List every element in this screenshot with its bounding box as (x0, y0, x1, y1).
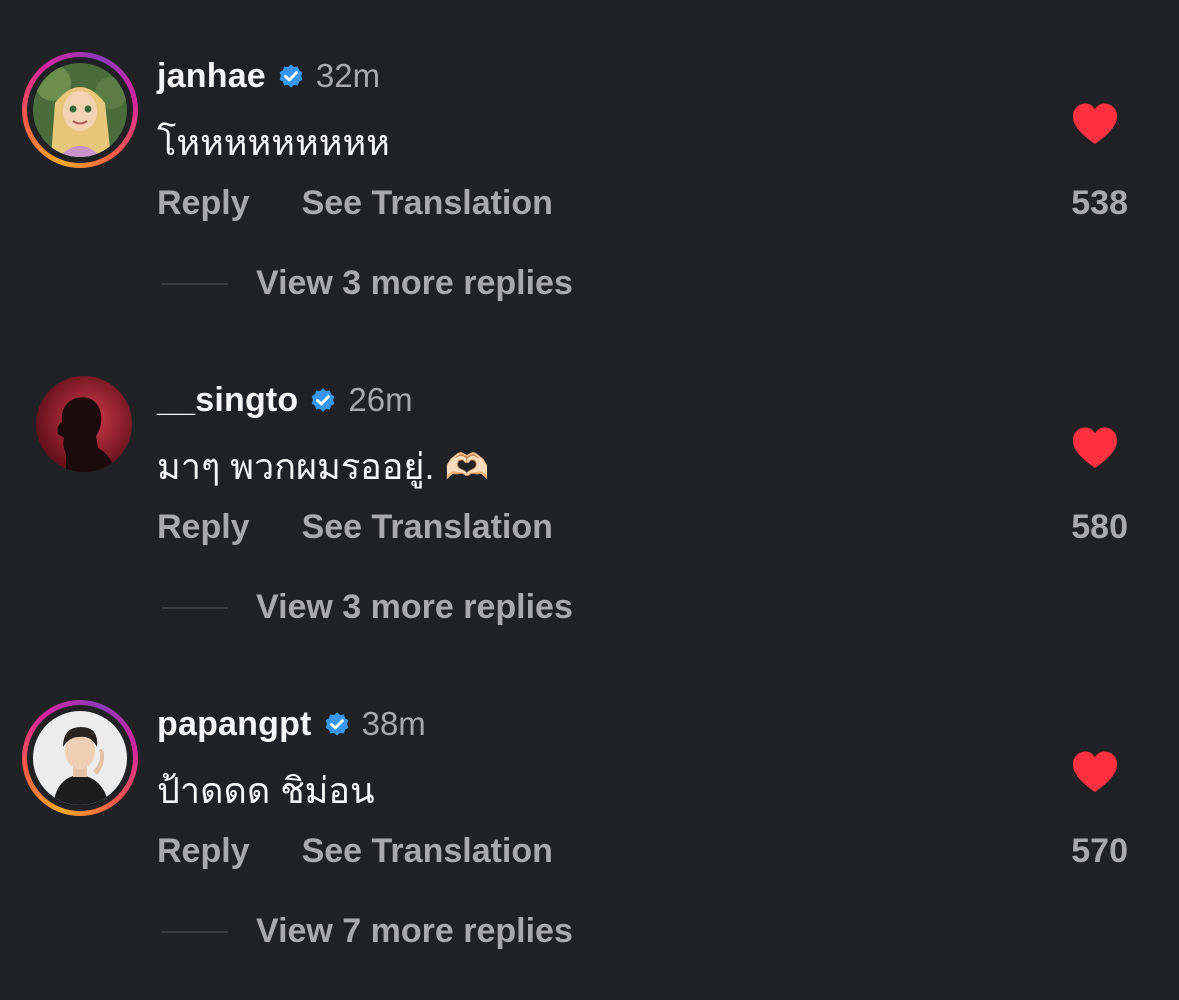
comment-text: มาๆ พวกผมรออยู่. 🫶🏻 (157, 446, 490, 487)
heart-icon[interactable] (1071, 426, 1119, 470)
like-count: 570 (1071, 832, 1128, 870)
divider-line (162, 606, 228, 609)
username[interactable]: __singto (157, 381, 298, 420)
view-replies-label: View 7 more replies (256, 912, 573, 950)
avatar-image (33, 63, 127, 157)
avatar[interactable] (36, 376, 132, 472)
comment-timestamp: 32m (315, 57, 381, 94)
avatar-image (33, 711, 127, 805)
divider-line (162, 282, 228, 285)
divider-line (162, 930, 228, 933)
view-replies-label: View 3 more replies (256, 588, 573, 626)
avatar[interactable] (22, 52, 138, 168)
heart-icon[interactable] (1071, 102, 1119, 146)
comment-item: __singto 26m มาๆ พวกผมรออยู่. 🫶🏻 Reply S… (0, 376, 1179, 676)
avatar-image (36, 376, 132, 472)
comment-text: โหหหหหหหหห (157, 122, 390, 163)
comment-item: papangpt 38m ป้าดดด ชิม่อน Reply See Tra… (0, 700, 1179, 1000)
like-count: 538 (1071, 184, 1128, 222)
view-replies-button[interactable]: View 3 more replies (162, 588, 573, 627)
username[interactable]: papangpt (157, 705, 312, 744)
username[interactable]: janhae (157, 57, 266, 96)
reply-button[interactable]: Reply (157, 832, 250, 871)
heart-icon[interactable] (1071, 750, 1119, 794)
reply-button[interactable]: Reply (157, 508, 250, 547)
see-translation-button[interactable]: See Translation (302, 184, 553, 223)
comment-text: ป้าดดด ชิม่อน (157, 770, 375, 811)
comment-item: janhae 32m โหหหหหหหหห Reply See Translat… (0, 52, 1179, 352)
avatar[interactable] (22, 700, 138, 816)
reply-button[interactable]: Reply (157, 184, 250, 223)
view-replies-button[interactable]: View 3 more replies (162, 264, 573, 303)
see-translation-button[interactable]: See Translation (302, 832, 553, 871)
view-replies-label: View 3 more replies (256, 264, 573, 302)
verified-badge-icon (279, 64, 303, 88)
see-translation-button[interactable]: See Translation (302, 508, 553, 547)
view-replies-button[interactable]: View 7 more replies (162, 912, 573, 951)
verified-badge-icon (312, 388, 335, 412)
comment-timestamp: 26m (348, 381, 413, 418)
like-count: 580 (1071, 508, 1128, 546)
verified-badge-icon (325, 712, 348, 736)
comment-timestamp: 38m (361, 705, 426, 742)
